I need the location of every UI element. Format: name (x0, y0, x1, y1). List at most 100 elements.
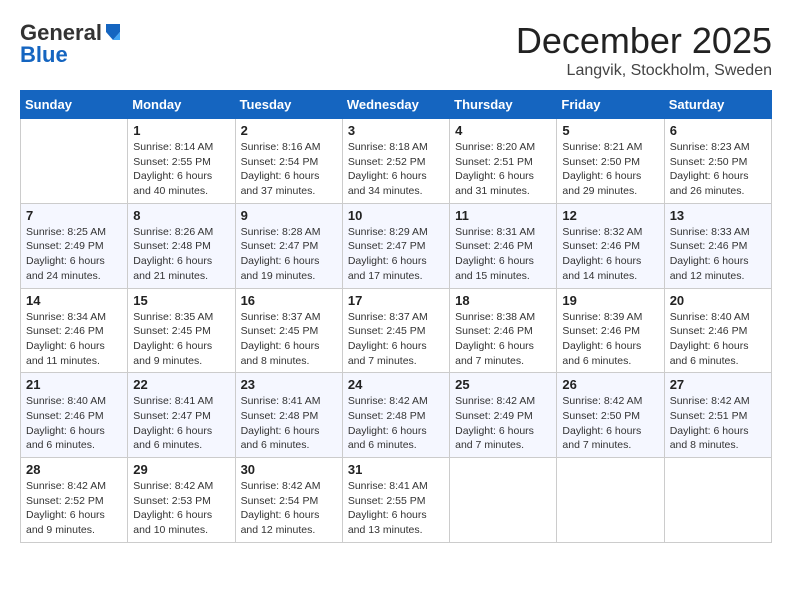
calendar-cell: 7Sunrise: 8:25 AMSunset: 2:49 PMDaylight… (21, 203, 128, 288)
day-number: 18 (455, 293, 551, 308)
day-number: 23 (241, 377, 337, 392)
day-number: 16 (241, 293, 337, 308)
calendar-cell (21, 119, 128, 204)
day-number: 2 (241, 123, 337, 138)
calendar: SundayMondayTuesdayWednesdayThursdayFrid… (20, 90, 772, 543)
calendar-cell: 22 Sunrise: 8:41 AMSunset: 2:47 PMDayligh… (128, 373, 235, 458)
calendar-cell: 8 Sunrise: 8:26 AMSunset: 2:48 PMDaylight… (128, 203, 235, 288)
day-number: 30 (241, 462, 337, 477)
logo: General Blue (20, 20, 122, 68)
column-header-monday: Monday (128, 91, 235, 119)
day-detail: Sunrise: 8:42 AMSunset: 2:48 PMDaylight:… (348, 394, 444, 453)
day-number: 11 (455, 208, 551, 223)
calendar-cell: 31Sunrise: 8:41 AMSunset: 2:55 PMDayligh… (342, 458, 449, 543)
day-number: 14 (26, 293, 122, 308)
day-detail: Sunrise: 8:40 AMSunset: 2:46 PMDaylight:… (670, 310, 766, 369)
day-detail: Sunrise: 8:28 AMSunset: 2:47 PMDaylight:… (241, 225, 337, 284)
calendar-cell: 23 Sunrise: 8:41 AMSunset: 2:48 PMDayligh… (235, 373, 342, 458)
day-number: 1 (133, 123, 229, 138)
column-header-friday: Friday (557, 91, 664, 119)
calendar-cell (664, 458, 771, 543)
column-header-wednesday: Wednesday (342, 91, 449, 119)
day-detail: Sunrise: 8:26 AMSunset: 2:48 PMDaylight:… (133, 225, 229, 284)
calendar-cell: 25 Sunrise: 8:42 AMSunset: 2:49 PMDayligh… (450, 373, 557, 458)
location: Langvik, Stockholm, Sweden (516, 62, 772, 80)
day-detail: Sunrise: 8:41 AMSunset: 2:48 PMDaylight:… (241, 394, 337, 453)
calendar-cell: 9 Sunrise: 8:28 AMSunset: 2:47 PMDaylight… (235, 203, 342, 288)
day-number: 20 (670, 293, 766, 308)
calendar-cell: 11Sunrise: 8:31 AMSunset: 2:46 PMDayligh… (450, 203, 557, 288)
day-detail: Sunrise: 8:32 AMSunset: 2:46 PMDaylight:… (562, 225, 658, 284)
day-detail: Sunrise: 8:25 AMSunset: 2:49 PMDaylight:… (26, 225, 122, 284)
day-detail: Sunrise: 8:42 AMSunset: 2:49 PMDaylight:… (455, 394, 551, 453)
week-row-2: 7Sunrise: 8:25 AMSunset: 2:49 PMDaylight… (21, 203, 772, 288)
day-detail: Sunrise: 8:42 AMSunset: 2:51 PMDaylight:… (670, 394, 766, 453)
day-detail: Sunrise: 8:42 AMSunset: 2:50 PMDaylight:… (562, 394, 658, 453)
day-number: 5 (562, 123, 658, 138)
day-detail: Sunrise: 8:33 AMSunset: 2:46 PMDaylight:… (670, 225, 766, 284)
day-number: 6 (670, 123, 766, 138)
calendar-cell: 4 Sunrise: 8:20 AMSunset: 2:51 PMDaylight… (450, 119, 557, 204)
column-header-tuesday: Tuesday (235, 91, 342, 119)
calendar-cell: 13Sunrise: 8:33 AMSunset: 2:46 PMDayligh… (664, 203, 771, 288)
day-detail: Sunrise: 8:41 AMSunset: 2:47 PMDaylight:… (133, 394, 229, 453)
logo-icon (104, 22, 122, 44)
calendar-cell: 20 Sunrise: 8:40 AMSunset: 2:46 PMDayligh… (664, 288, 771, 373)
column-header-saturday: Saturday (664, 91, 771, 119)
column-header-sunday: Sunday (21, 91, 128, 119)
calendar-cell: 16Sunrise: 8:37 AMSunset: 2:45 PMDayligh… (235, 288, 342, 373)
calendar-cell: 3 Sunrise: 8:18 AMSunset: 2:52 PMDaylight… (342, 119, 449, 204)
calendar-cell: 21 Sunrise: 8:40 AMSunset: 2:46 PMDayligh… (21, 373, 128, 458)
week-row-5: 28 Sunrise: 8:42 AMSunset: 2:52 PMDayligh… (21, 458, 772, 543)
calendar-cell: 27 Sunrise: 8:42 AMSunset: 2:51 PMDayligh… (664, 373, 771, 458)
day-detail: Sunrise: 8:42 AMSunset: 2:54 PMDaylight:… (241, 479, 337, 538)
day-number: 10 (348, 208, 444, 223)
day-detail: Sunrise: 8:42 AMSunset: 2:53 PMDaylight:… (133, 479, 229, 538)
calendar-header-row: SundayMondayTuesdayWednesdayThursdayFrid… (21, 91, 772, 119)
day-number: 27 (670, 377, 766, 392)
day-number: 25 (455, 377, 551, 392)
month-title: December 2025 (516, 20, 772, 62)
calendar-cell: 30 Sunrise: 8:42 AMSunset: 2:54 PMDayligh… (235, 458, 342, 543)
day-number: 8 (133, 208, 229, 223)
calendar-cell: 2 Sunrise: 8:16 AMSunset: 2:54 PMDaylight… (235, 119, 342, 204)
day-number: 29 (133, 462, 229, 477)
calendar-cell: 19Sunrise: 8:39 AMSunset: 2:46 PMDayligh… (557, 288, 664, 373)
day-detail: Sunrise: 8:34 AMSunset: 2:46 PMDaylight:… (26, 310, 122, 369)
day-detail: Sunrise: 8:16 AMSunset: 2:54 PMDaylight:… (241, 140, 337, 199)
day-number: 12 (562, 208, 658, 223)
calendar-cell: 1 Sunrise: 8:14 AMSunset: 2:55 PMDaylight… (128, 119, 235, 204)
column-header-thursday: Thursday (450, 91, 557, 119)
day-detail: Sunrise: 8:14 AMSunset: 2:55 PMDaylight:… (133, 140, 229, 199)
day-detail: Sunrise: 8:41 AMSunset: 2:55 PMDaylight:… (348, 479, 444, 538)
calendar-cell: 29 Sunrise: 8:42 AMSunset: 2:53 PMDayligh… (128, 458, 235, 543)
calendar-cell: 28 Sunrise: 8:42 AMSunset: 2:52 PMDayligh… (21, 458, 128, 543)
day-number: 9 (241, 208, 337, 223)
day-detail: Sunrise: 8:20 AMSunset: 2:51 PMDaylight:… (455, 140, 551, 199)
calendar-cell: 12 Sunrise: 8:32 AMSunset: 2:46 PMDayligh… (557, 203, 664, 288)
calendar-cell: 18 Sunrise: 8:38 AMSunset: 2:46 PMDayligh… (450, 288, 557, 373)
calendar-cell: 17Sunrise: 8:37 AMSunset: 2:45 PMDayligh… (342, 288, 449, 373)
calendar-cell: 14 Sunrise: 8:34 AMSunset: 2:46 PMDayligh… (21, 288, 128, 373)
day-number: 3 (348, 123, 444, 138)
day-detail: Sunrise: 8:37 AMSunset: 2:45 PMDaylight:… (348, 310, 444, 369)
calendar-cell: 26 Sunrise: 8:42 AMSunset: 2:50 PMDayligh… (557, 373, 664, 458)
day-number: 21 (26, 377, 122, 392)
day-number: 15 (133, 293, 229, 308)
calendar-cell (450, 458, 557, 543)
day-detail: Sunrise: 8:38 AMSunset: 2:46 PMDaylight:… (455, 310, 551, 369)
day-number: 28 (26, 462, 122, 477)
day-number: 4 (455, 123, 551, 138)
week-row-1: 1 Sunrise: 8:14 AMSunset: 2:55 PMDaylight… (21, 119, 772, 204)
title-area: December 2025 Langvik, Stockholm, Sweden (516, 20, 772, 80)
calendar-cell: 6 Sunrise: 8:23 AMSunset: 2:50 PMDaylight… (664, 119, 771, 204)
day-detail: Sunrise: 8:42 AMSunset: 2:52 PMDaylight:… (26, 479, 122, 538)
week-row-4: 21 Sunrise: 8:40 AMSunset: 2:46 PMDayligh… (21, 373, 772, 458)
calendar-cell: 24Sunrise: 8:42 AMSunset: 2:48 PMDayligh… (342, 373, 449, 458)
day-detail: Sunrise: 8:40 AMSunset: 2:46 PMDaylight:… (26, 394, 122, 453)
day-number: 22 (133, 377, 229, 392)
day-number: 19 (562, 293, 658, 308)
day-detail: Sunrise: 8:18 AMSunset: 2:52 PMDaylight:… (348, 140, 444, 199)
day-detail: Sunrise: 8:23 AMSunset: 2:50 PMDaylight:… (670, 140, 766, 199)
day-number: 26 (562, 377, 658, 392)
